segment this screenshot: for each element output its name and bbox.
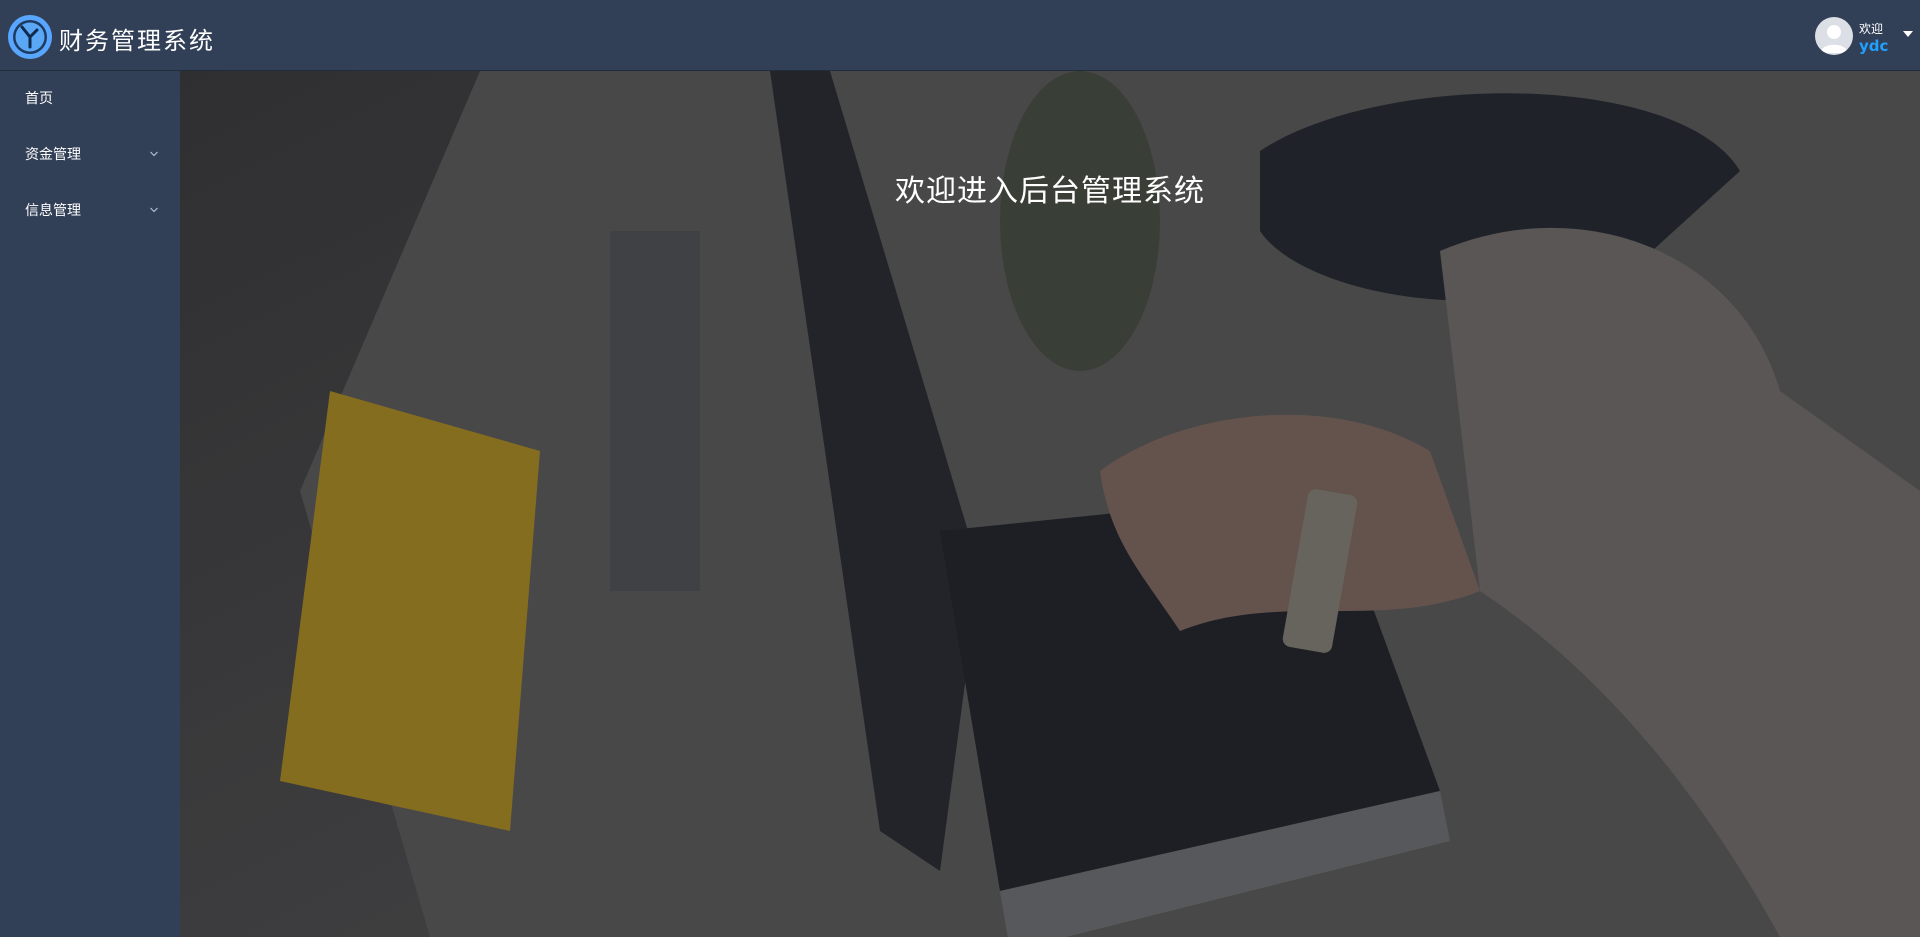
welcome-label: 欢迎 bbox=[1859, 22, 1884, 36]
username[interactable]: ydc bbox=[1859, 37, 1888, 55]
clock-logo-icon[interactable] bbox=[6, 13, 54, 61]
sidebar-item-home[interactable]: 首页 bbox=[0, 71, 180, 127]
chevron-down-icon bbox=[150, 207, 158, 213]
sidebar-item-label: 首页 bbox=[25, 91, 53, 107]
sidebar-item-funds[interactable]: 资金管理 bbox=[0, 127, 180, 183]
chevron-down-icon bbox=[150, 151, 158, 157]
main-content: 欢迎进入后台管理系统 bbox=[180, 71, 1920, 937]
welcome-heading: 欢迎进入后台管理系统 bbox=[895, 174, 1205, 209]
user-avatar-icon[interactable] bbox=[1815, 17, 1853, 55]
sidebar-item-info[interactable]: 信息管理 bbox=[0, 183, 180, 239]
sidebar-item-label: 资金管理 bbox=[25, 147, 81, 163]
app-title: 财务管理系统 bbox=[59, 27, 215, 55]
sidebar: 首页 资金管理 信息管理 bbox=[0, 71, 180, 937]
sidebar-item-label: 信息管理 bbox=[25, 203, 81, 219]
user-menu[interactable]: 欢迎 ydc bbox=[1800, 0, 1920, 71]
caret-down-icon[interactable] bbox=[1903, 31, 1913, 37]
top-header: 财务管理系统 欢迎 ydc bbox=[0, 0, 1920, 71]
